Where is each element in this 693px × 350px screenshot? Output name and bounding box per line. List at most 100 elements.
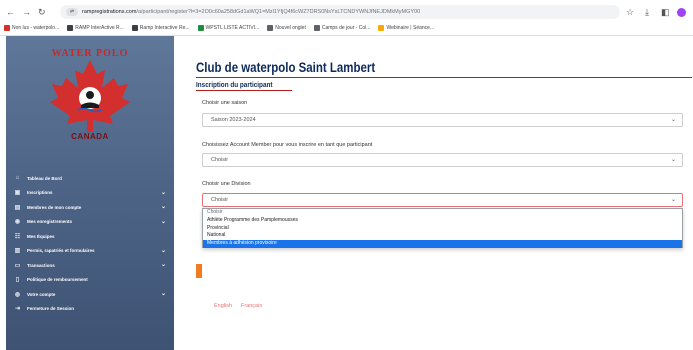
bookmark-item[interactable]: Nouvel onglet [267,22,306,34]
main-content: Club de waterpolo Saint Lambert Inscript… [174,36,693,350]
sidebar-item-label: Fermeture de Session [27,306,75,312]
document-icon: ▥ [14,248,21,255]
division-option[interactable]: National [203,232,682,240]
sidebar-item-label: Tableau de Bord [27,175,62,181]
sidebar-item[interactable]: ☷ Mes Équipes [6,229,174,244]
id-card-icon: ▤ [14,204,21,211]
bookmark-item[interactable]: Non lus - waterpolo... [4,22,59,34]
bookmark-label: RAMP InterActive R... [75,25,124,31]
sidebar-menu: ⌂ Tableau de Bord ▣ Inscriptions ⌄ ▤ Membres d… [6,171,174,316]
site-settings-icon[interactable]: ⇌ [66,8,78,16]
bookmark-label: WPSTL LISTE ACTIVI... [205,25,260,31]
chevron-down-icon: ⌄ [160,204,166,210]
sidebar-item-label: Mes Équipes [27,233,55,239]
chevron-down-icon: ⌄ [160,218,166,225]
address-bar[interactable]: ⇌ rampregistrations.com/a/participant/re… [60,5,620,19]
division-select[interactable]: Choisir ⌄ [202,193,683,207]
group-icon: ☷ [14,233,21,240]
bookmark-item[interactable]: Camps de jour - Col... [313,22,371,34]
browser-chrome: ← → ↻ ⇌ rampregistrations.com/a/particip… [0,0,693,36]
season-select-value: Saison 2023-2024 [211,117,256,123]
profile-avatar-icon[interactable] [677,8,686,17]
card-icon: ▭ [14,262,21,269]
account-member-label: Choisissez Account Member pour vous insc… [202,142,373,148]
language-french-link[interactable]: Français [241,303,262,309]
bookmark-label: Non lus - waterpolo... [12,25,60,31]
division-label: Choisir une Division [202,181,251,187]
bookmark-favicon-icon [378,25,385,31]
season-select[interactable]: Saison 2023-2024 ⌄ [202,113,683,127]
bookmark-item[interactable]: Ramp Interactive Re... [131,22,190,34]
sidebar-item-label: Politique de remboursement [27,277,88,283]
bookmark-star-icon[interactable]: ☆ [626,7,634,17]
chevron-down-icon: ⌄ [670,197,676,203]
account-icon: ◍ [14,291,21,298]
sidebar-item[interactable]: ▤ Membres de mon compte ⌄ [6,200,174,215]
url-path: /a/participant/register?l=3=2O0c60a258dG… [136,9,421,15]
division-option[interactable]: Choisir [203,209,682,217]
title-underline [196,77,692,78]
page-title: Club de waterpolo Saint Lambert [196,60,376,75]
download-icon[interactable]: ⤓ [645,7,649,17]
subtitle-underline [196,90,292,91]
logout-icon: ⇥ [14,306,21,313]
maple-leaf-icon [50,60,130,132]
sidebar-item-label: Mes enregistrements [27,219,73,225]
url-domain: rampregistrations.com [82,9,137,15]
sidebar-item[interactable]: ▭ Transactions ⌄ [6,258,174,273]
sidepanel-icon[interactable]: ◧ [661,7,670,17]
logo-bottom-text: CANADA [71,132,109,141]
sidebar-item-label: Inscriptions [27,190,53,196]
season-label: Choisir une saison [202,100,248,106]
language-english-link[interactable]: English [214,303,232,309]
sidebar-item[interactable]: ▯ Politique de remboursement [6,273,174,288]
user-circle-icon: ◉ [14,219,21,226]
sidebar-item-label: Permis, rapatriés et formulaires [27,248,95,254]
display-icon: ▣ [14,190,21,197]
bookmark-label: Camps de jour - Col... [321,25,371,31]
submit-button-edge[interactable] [196,264,202,278]
chevron-down-icon: ⌄ [160,189,166,196]
account-member-select-value: Choisir [211,157,229,163]
page-subtitle: Inscription du participant [196,80,273,89]
division-select-value: Choisir [211,197,229,203]
sidebar-item[interactable]: ◉ Mes enregistrements ⌄ [6,215,174,230]
home-icon: ⌂ [15,175,20,182]
receipt-icon: ▯ [15,277,20,284]
bookmarks-bar: Non lus - waterpolo... RAMP InterActive R… [4,22,690,34]
bookmark-favicon-icon [4,25,10,31]
bookmark-label: Nouvel onglet [275,25,306,31]
sidebar-item-label: Votre compte [27,291,56,297]
bookmark-favicon-icon [313,25,320,31]
bookmark-item[interactable]: Webinaire | Séance... [378,22,434,34]
chevron-down-icon: ⌄ [670,117,676,123]
address-row: ← → ↻ ⇌ rampregistrations.com/a/particip… [0,4,693,20]
sidebar-item[interactable]: ⌂ Tableau de Bord [6,171,174,186]
division-dropdown-list: Choisir Athlète Programme des Pamplemouss… [202,208,683,248]
bookmark-label: Ramp Interactive Re... [139,25,190,31]
sidebar-item[interactable]: ▣ Inscriptions ⌄ [6,186,174,201]
bookmark-item[interactable]: RAMP InterActive R... [67,22,124,34]
bookmark-favicon-icon [267,25,274,31]
account-member-select[interactable]: Choisir ⌄ [202,153,683,167]
division-option[interactable]: Membres à adhésion provisoire [203,240,682,248]
bookmark-item[interactable]: WPSTL LISTE ACTIVI... [197,22,260,34]
bookmark-favicon-icon [197,25,204,31]
division-option[interactable]: Provincial [203,225,682,233]
sidebar-item-label: Transactions [27,262,55,268]
sidebar-item[interactable]: ⇥ Fermeture de Session [6,302,174,317]
reload-icon[interactable]: ↻ [38,6,46,18]
bookmark-favicon-icon [131,25,138,31]
sidebar-item-label: Membres de mon compte [27,204,82,210]
water-polo-canada-logo: WATER POLO CANADA [30,48,150,160]
sidebar-item[interactable]: ▥ Permis, rapatriés et formulaires ⌄ [6,244,174,259]
division-option[interactable]: Athlète Programme des Pamplemousses [203,217,682,225]
chevron-down-icon: ⌄ [160,291,166,297]
bookmark-label: Webinaire | Séance... [386,25,435,31]
bookmark-favicon-icon [67,25,74,31]
chevron-down-icon: ⌄ [670,157,676,163]
chevron-down-icon: ⌄ [160,247,166,254]
forward-arrow-icon[interactable]: → [22,6,31,18]
sidebar-item[interactable]: ◍ Votre compte ⌄ [6,287,174,302]
back-arrow-icon[interactable]: ← [6,6,15,18]
